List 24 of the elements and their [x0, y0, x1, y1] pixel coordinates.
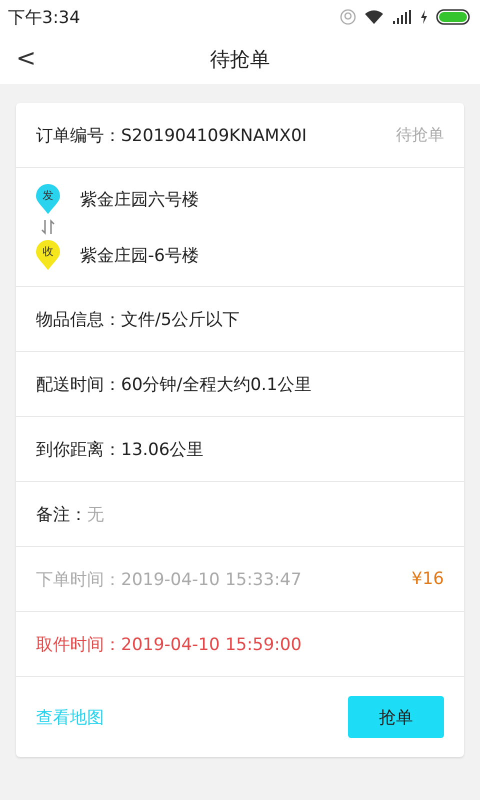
price: ¥16 — [412, 569, 444, 589]
page-title: 待抢单 — [210, 46, 270, 72]
pickup-time: 取件时间：2019-04-10 15:59:00 — [36, 634, 302, 656]
info-text: 物品信息：文件/5公斤以下 — [36, 308, 240, 330]
location-icon — [340, 9, 356, 25]
grab-order-button[interactable]: 抢单 — [348, 696, 444, 738]
wifi-icon — [364, 9, 384, 25]
status-time: 下午3:34 — [8, 6, 80, 28]
address-text: 紫金庄园六号楼 — [80, 188, 199, 210]
signal-icon — [392, 10, 412, 24]
battery-icon — [436, 9, 470, 25]
charging-icon — [420, 10, 428, 24]
order-number: 订单编号：S201904109KNAMX0I — [36, 124, 307, 146]
pin-icon: 发 — [36, 184, 60, 214]
info-text: 到你距离：13.06公里 — [36, 438, 204, 460]
order-status: 待抢单 — [396, 124, 444, 146]
address-text: 紫金庄园-6号楼 — [80, 244, 199, 266]
swap-icon — [40, 218, 56, 236]
note-value: 无 — [87, 504, 104, 526]
info-text: 配送时间：60分钟/全程大约0.1公里 — [36, 374, 312, 396]
back-button[interactable]: < — [12, 44, 40, 72]
note-label: 备注： — [36, 504, 87, 526]
pin-icon: 收 — [36, 240, 60, 270]
order-time: 下单时间：2019-04-10 15:33:47 — [36, 568, 302, 590]
